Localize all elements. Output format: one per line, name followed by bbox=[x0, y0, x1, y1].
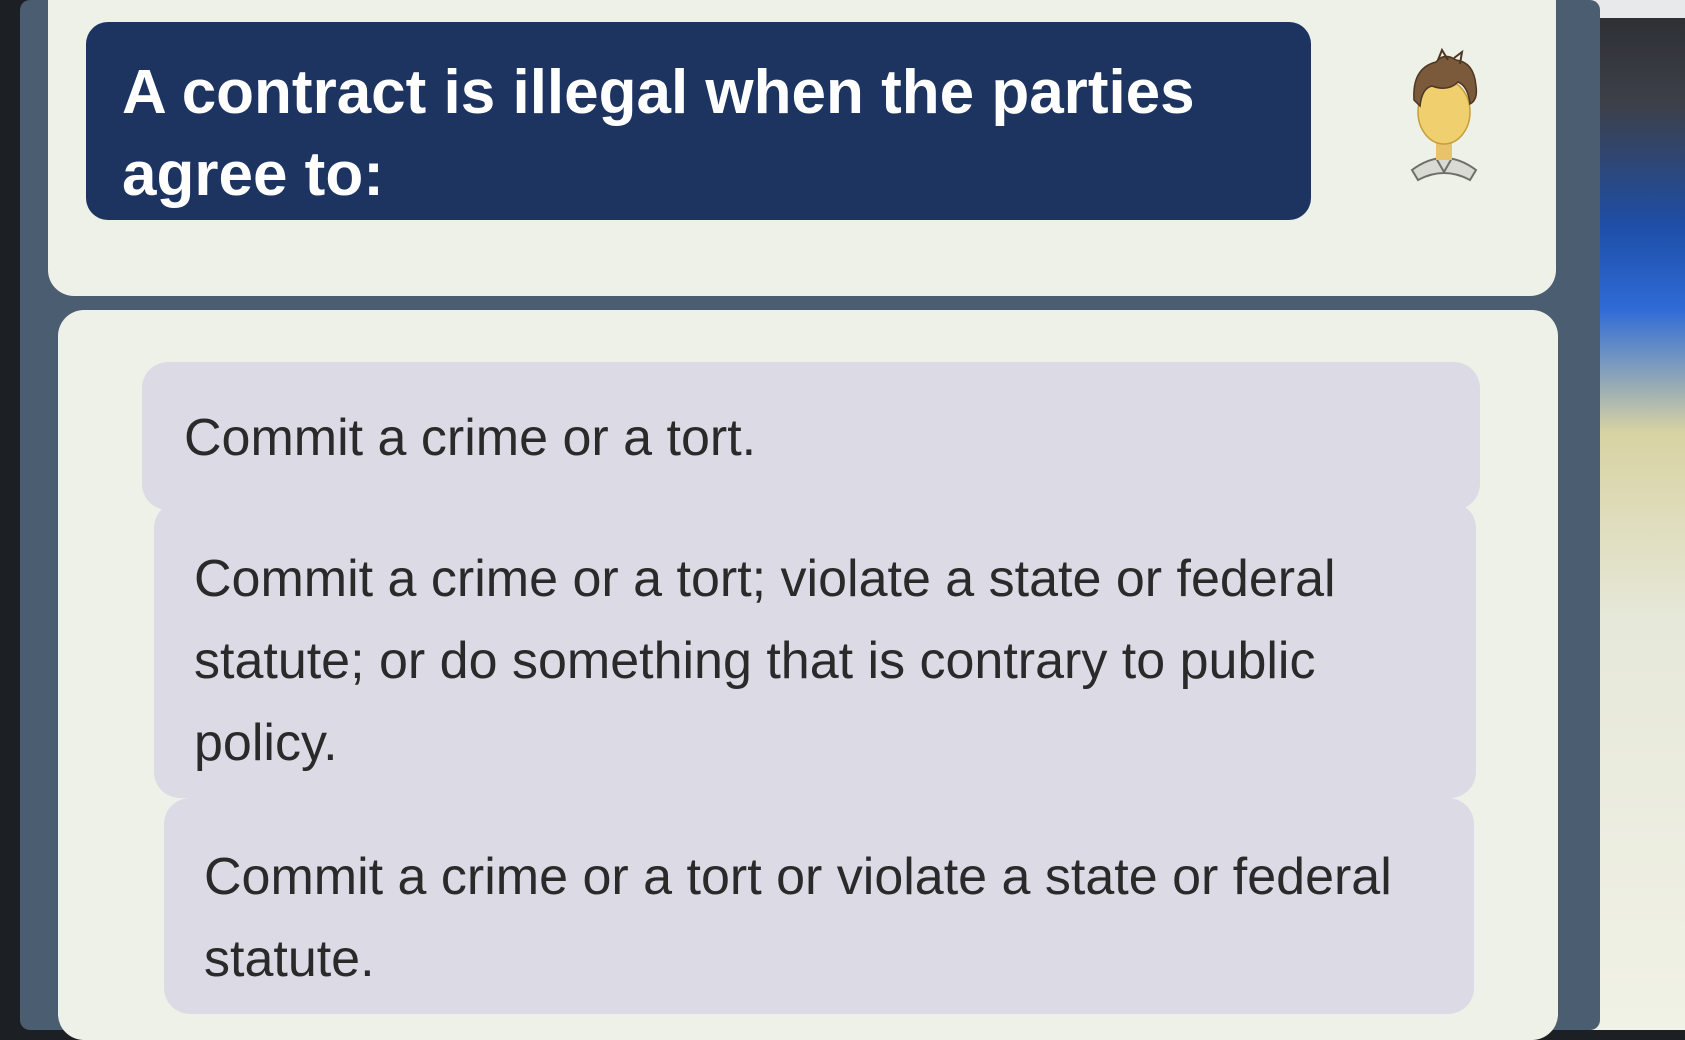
answer-option-1[interactable]: Commit a crime or a tort. bbox=[142, 362, 1480, 510]
answer-option-2[interactable]: Commit a crime or a tort; violate a stat… bbox=[154, 502, 1476, 798]
question-banner: A contract is illegal when the parties a… bbox=[86, 22, 1311, 220]
question-text: A contract is illegal when the parties a… bbox=[122, 58, 1195, 209]
answer-option-3[interactable]: Commit a crime or a tort or violate a st… bbox=[164, 798, 1474, 1014]
student-avatar-icon bbox=[1398, 47, 1490, 188]
